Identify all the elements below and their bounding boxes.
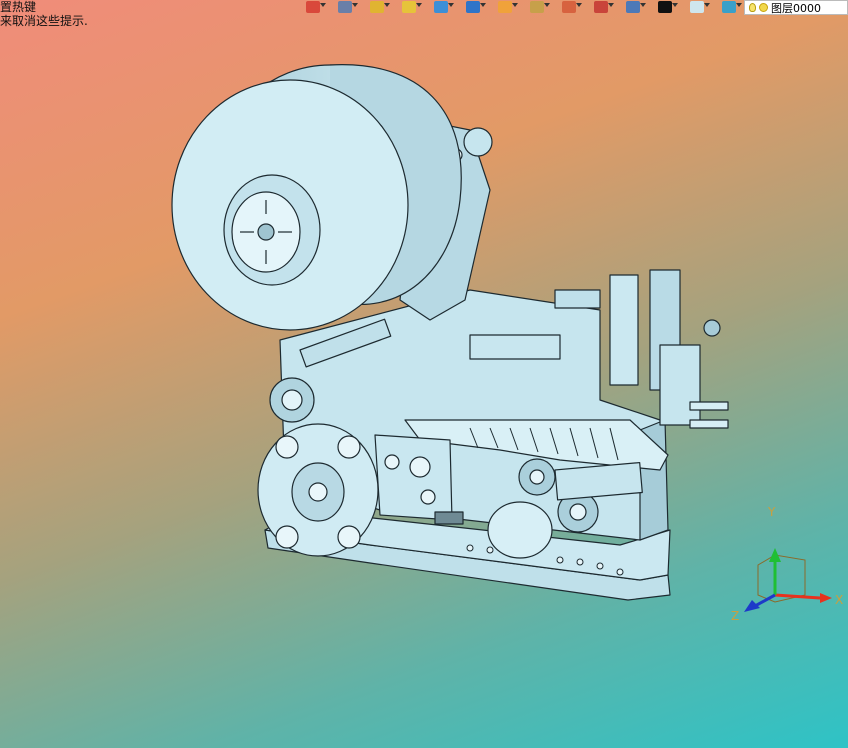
mount-hole-2 [463, 127, 493, 157]
belt-roller-2-core [569, 503, 587, 521]
drive-wheel-center [308, 482, 328, 502]
cad-model-scene: Y X Z [171, 64, 843, 623]
belt-roller-1-core [529, 469, 545, 485]
y-axis-arrow [769, 548, 781, 562]
vertical-slide-1[interactable] [609, 274, 639, 386]
adjust-screw-2[interactable] [689, 419, 729, 429]
z-axis-label: Z [731, 609, 739, 623]
wheel-hole [275, 435, 299, 459]
graphics-viewport[interactable]: 置热键 来取消这些提示. 图层0000 Y X Z [0, 0, 848, 748]
motor[interactable] [487, 501, 553, 559]
block-hole [384, 454, 400, 470]
guide-cylinder[interactable] [469, 334, 561, 360]
wheel-hole [337, 525, 361, 549]
knob[interactable] [703, 319, 721, 337]
guide-cylinder-2[interactable] [554, 289, 601, 309]
vertical-slide-3[interactable] [659, 344, 701, 426]
block-hole [409, 456, 431, 478]
gear[interactable] [434, 511, 464, 525]
adjust-screw[interactable] [689, 401, 729, 411]
x-axis-line [774, 593, 821, 600]
axis-triad: Y X Z [731, 505, 843, 623]
wheel-hole [337, 435, 361, 459]
reel-center [257, 223, 275, 241]
block-hole [420, 489, 436, 505]
x-axis-label: X [835, 593, 843, 607]
wheel-hole [275, 525, 299, 549]
front-block[interactable] [374, 434, 453, 521]
z-axis-arrow [744, 600, 760, 612]
x-axis-arrow [820, 593, 832, 603]
roller-left-inner [281, 389, 303, 411]
y-axis-label: Y [767, 505, 776, 519]
